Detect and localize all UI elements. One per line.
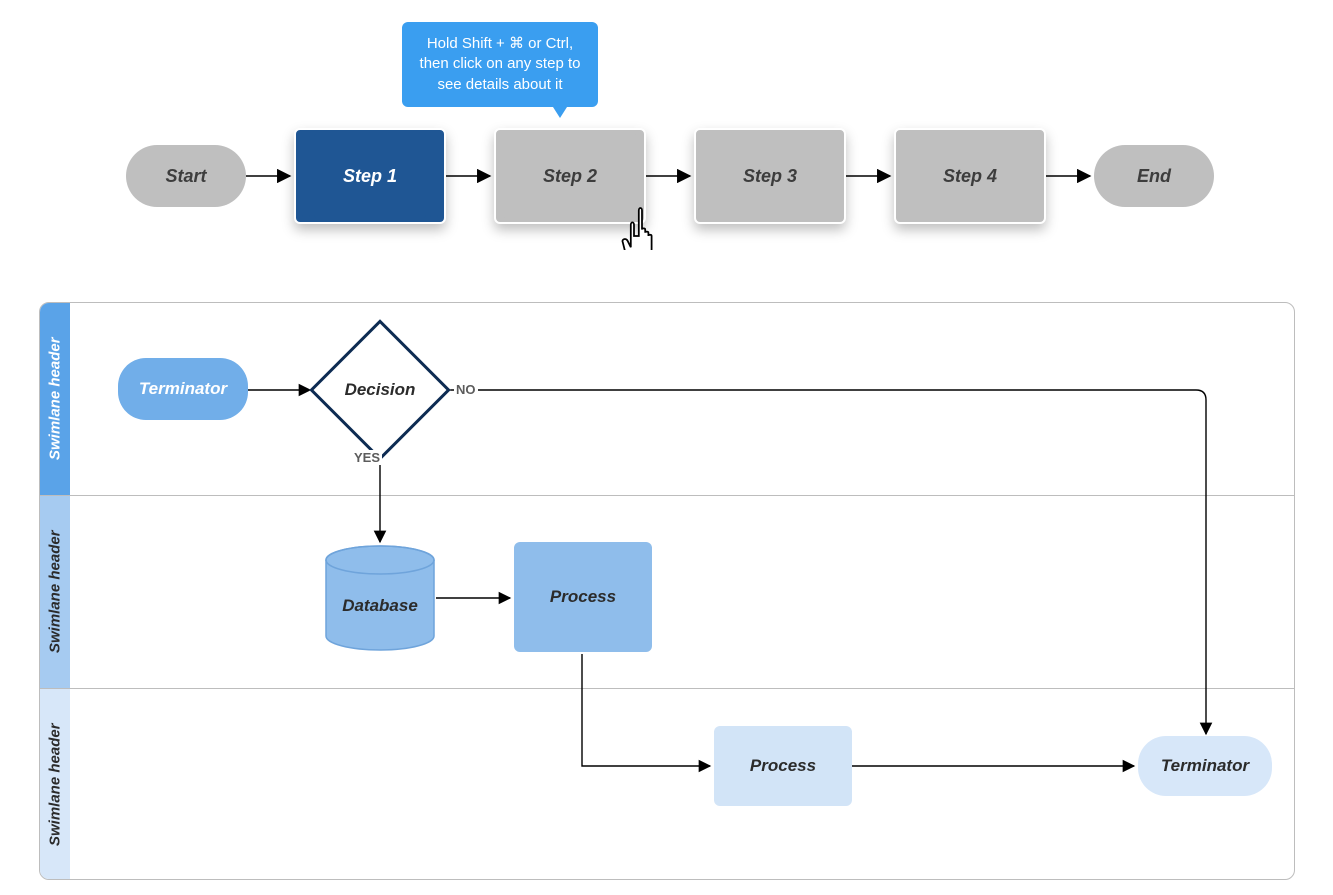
lane1-terminator-label: Terminator xyxy=(139,379,227,399)
flow-step-3[interactable]: Step 3 xyxy=(694,128,846,224)
swimlane-2: Swimlane header xyxy=(40,496,1294,689)
swimlane-3-body xyxy=(70,689,1294,880)
step-tooltip-text: Hold Shift + ⌘ or Ctrl, then click on an… xyxy=(420,35,581,93)
step-decor-bar xyxy=(302,134,310,218)
flow-end-terminator[interactable]: End xyxy=(1094,145,1214,207)
step-decor-bar xyxy=(830,134,838,218)
flow-step-2-label: Step 2 xyxy=(543,166,597,187)
swimlane-3-header[interactable]: Swimlane header xyxy=(40,689,70,880)
swimlane-2-header-label: Swimlane header xyxy=(47,531,64,654)
lane2-database-label: Database xyxy=(342,596,418,616)
tooltip-tail xyxy=(546,96,574,118)
lane3-process-label: Process xyxy=(750,756,816,776)
flow-step-3-label: Step 3 xyxy=(743,166,797,187)
lane1-terminator[interactable]: Terminator xyxy=(118,358,248,420)
lane2-database[interactable]: Database xyxy=(324,544,436,652)
flow-end-label: End xyxy=(1137,166,1171,187)
flow-start-terminator[interactable]: Start xyxy=(126,145,246,207)
step-tooltip: Hold Shift + ⌘ or Ctrl, then click on an… xyxy=(402,22,598,107)
lane3-terminator[interactable]: Terminator xyxy=(1138,736,1272,796)
flow-start-label: Start xyxy=(165,166,206,187)
lane1-decision-label: Decision xyxy=(345,380,416,400)
flow-step-4[interactable]: Step 4 xyxy=(894,128,1046,224)
flow-step-1-label: Step 1 xyxy=(343,166,397,187)
lane1-decision[interactable]: Decision xyxy=(330,340,430,440)
step-decor-bar xyxy=(902,134,910,218)
swimlane-1-header-label: Swimlane header xyxy=(47,338,64,461)
swimlane-2-header[interactable]: Swimlane header xyxy=(40,496,70,688)
cursor-hand-icon xyxy=(618,204,658,255)
lane2-process-label: Process xyxy=(550,587,616,607)
swimlane-3-header-label: Swimlane header xyxy=(47,724,64,847)
flow-step-4-label: Step 4 xyxy=(943,166,997,187)
lane3-process[interactable]: Process xyxy=(714,726,852,806)
swimlane-3: Swimlane header xyxy=(40,689,1294,880)
lane3-terminator-label: Terminator xyxy=(1161,756,1249,776)
flow-step-1[interactable]: Step 1 xyxy=(294,128,446,224)
step-decor-bar xyxy=(1030,134,1038,218)
decision-yes-label: YES xyxy=(352,450,382,465)
swimlane-2-body xyxy=(70,496,1294,688)
decision-no-label: NO xyxy=(454,382,478,397)
swimlane-1-header[interactable]: Swimlane header xyxy=(40,303,70,495)
diagram-canvas: Start Step 1 Step 2 Step 3 Step 4 End Ho… xyxy=(0,0,1333,895)
step-decor-bar xyxy=(702,134,710,218)
step-decor-bar xyxy=(502,134,510,218)
swimlane-1-body xyxy=(70,303,1294,495)
lane2-process[interactable]: Process xyxy=(514,542,652,652)
step-decor-bar xyxy=(430,134,438,218)
